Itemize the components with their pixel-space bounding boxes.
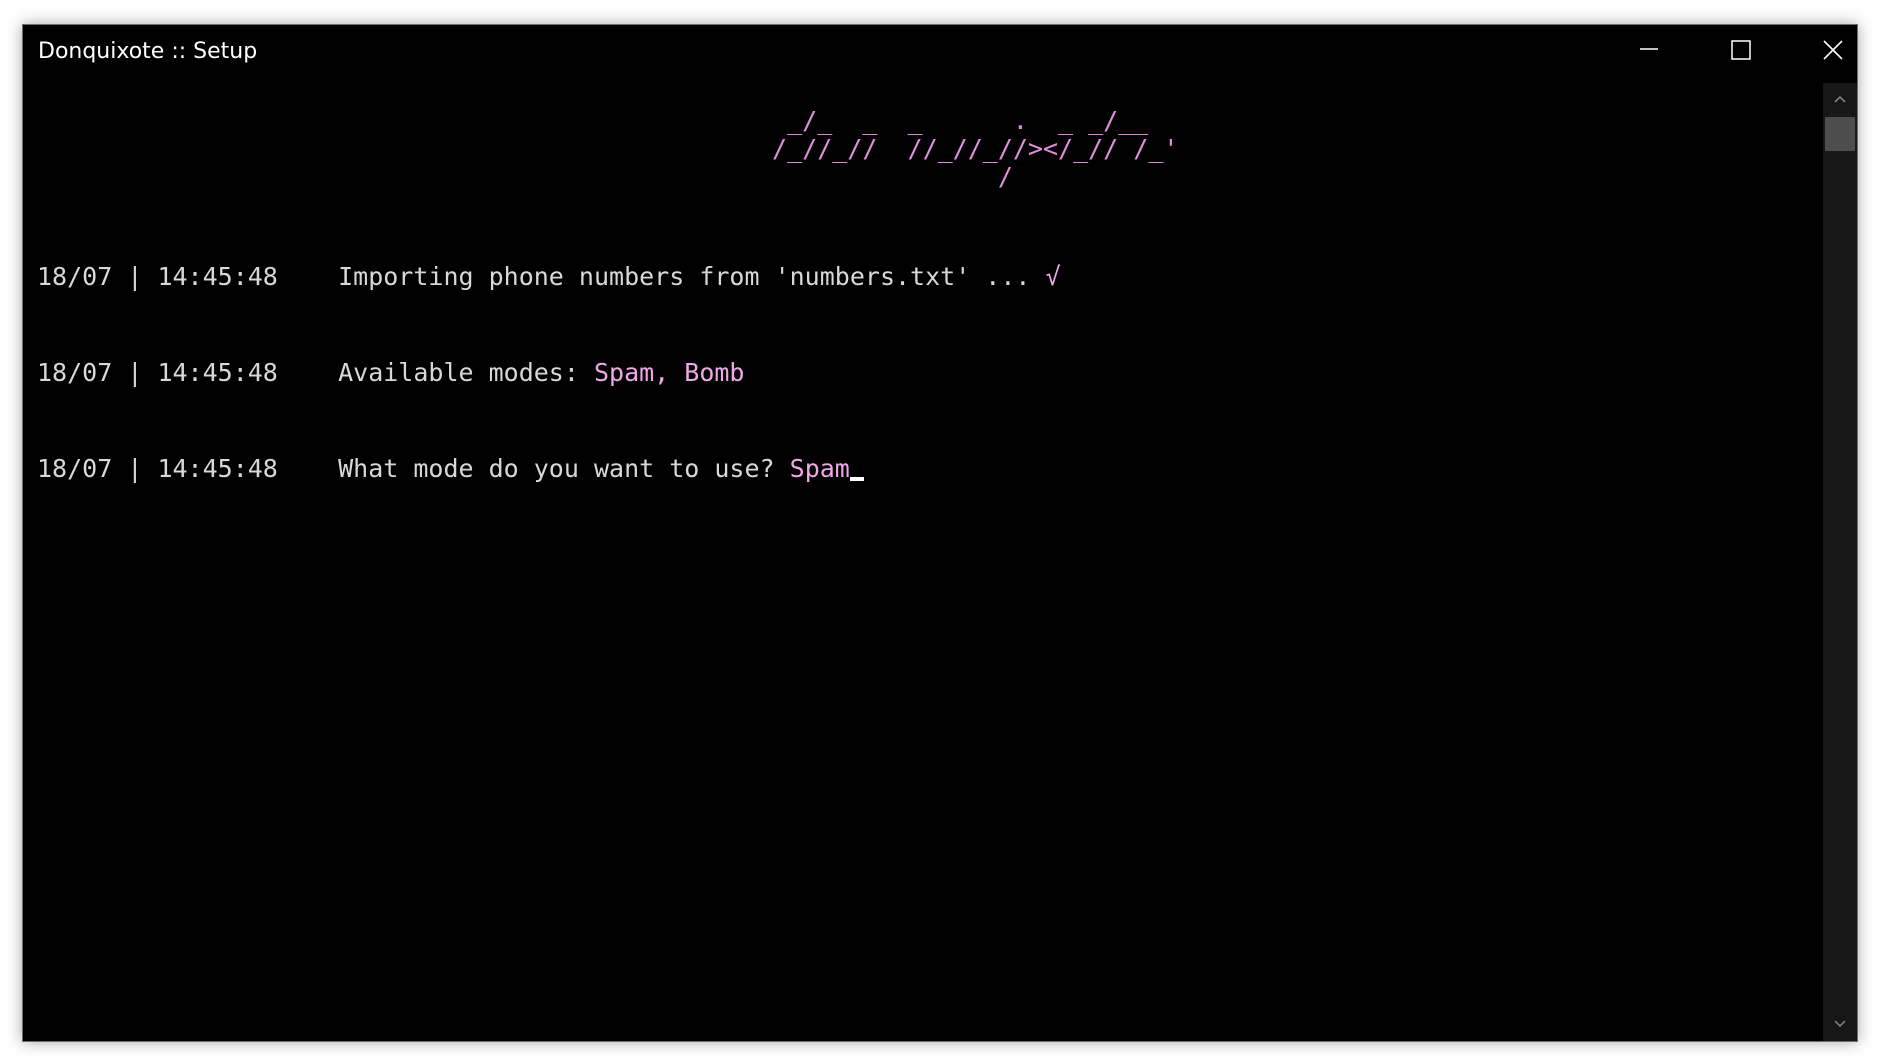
text-cursor	[849, 477, 864, 481]
log-separator: |	[127, 358, 143, 387]
log-list: 18/07 | 14:45:48 Importing phone numbers…	[37, 197, 1061, 549]
title-bar[interactable]: Donquixote :: Setup	[23, 25, 1857, 83]
log-message: Available modes:	[338, 358, 594, 387]
log-date: 18/07	[37, 454, 113, 483]
window-title: Donquixote :: Setup	[38, 39, 258, 64]
log-date: 18/07	[37, 358, 113, 387]
vertical-scrollbar[interactable]	[1823, 83, 1857, 1041]
log-line: 18/07 | 14:45:48 Available modes: Spam, …	[37, 357, 1061, 389]
log-message: Importing phone numbers from 'numbers.tx…	[338, 262, 1046, 291]
scroll-thumb[interactable]	[1825, 117, 1855, 151]
mode-input[interactable]: Spam	[790, 454, 850, 483]
log-separator: |	[127, 454, 143, 483]
banner-line: /	[757, 162, 1013, 191]
log-time: 14:45:48	[157, 454, 278, 483]
console-window: Donquixote :: Setup _/_ _ _ . _ _/__ /_/…	[22, 24, 1858, 1042]
console-output[interactable]: _/_ _ _ . _ _/__ /_//_// //_//_//></_// …	[37, 83, 1837, 1033]
scroll-down-button[interactable]	[1823, 1009, 1857, 1039]
log-prompt: What mode do you want to use?	[338, 454, 790, 483]
log-line: 18/07 | 14:45:48 What mode do you want t…	[37, 453, 1061, 485]
success-check-icon: √	[1045, 262, 1061, 291]
log-separator: |	[127, 262, 143, 291]
chevron-up-icon	[1834, 95, 1846, 103]
minimize-button[interactable]	[1603, 25, 1695, 83]
minimize-icon	[1640, 48, 1658, 50]
maximize-icon	[1731, 40, 1751, 60]
log-line: 18/07 | 14:45:48 Importing phone numbers…	[37, 261, 1061, 293]
close-button[interactable]	[1787, 25, 1857, 83]
chevron-down-icon	[1834, 1020, 1846, 1028]
maximize-button[interactable]	[1695, 25, 1787, 83]
close-icon	[1823, 40, 1843, 60]
log-time: 14:45:48	[157, 358, 278, 387]
scroll-up-button[interactable]	[1823, 83, 1857, 113]
available-modes: Spam, Bomb	[593, 358, 745, 387]
log-date: 18/07	[37, 262, 113, 291]
log-time: 14:45:48	[157, 262, 278, 291]
